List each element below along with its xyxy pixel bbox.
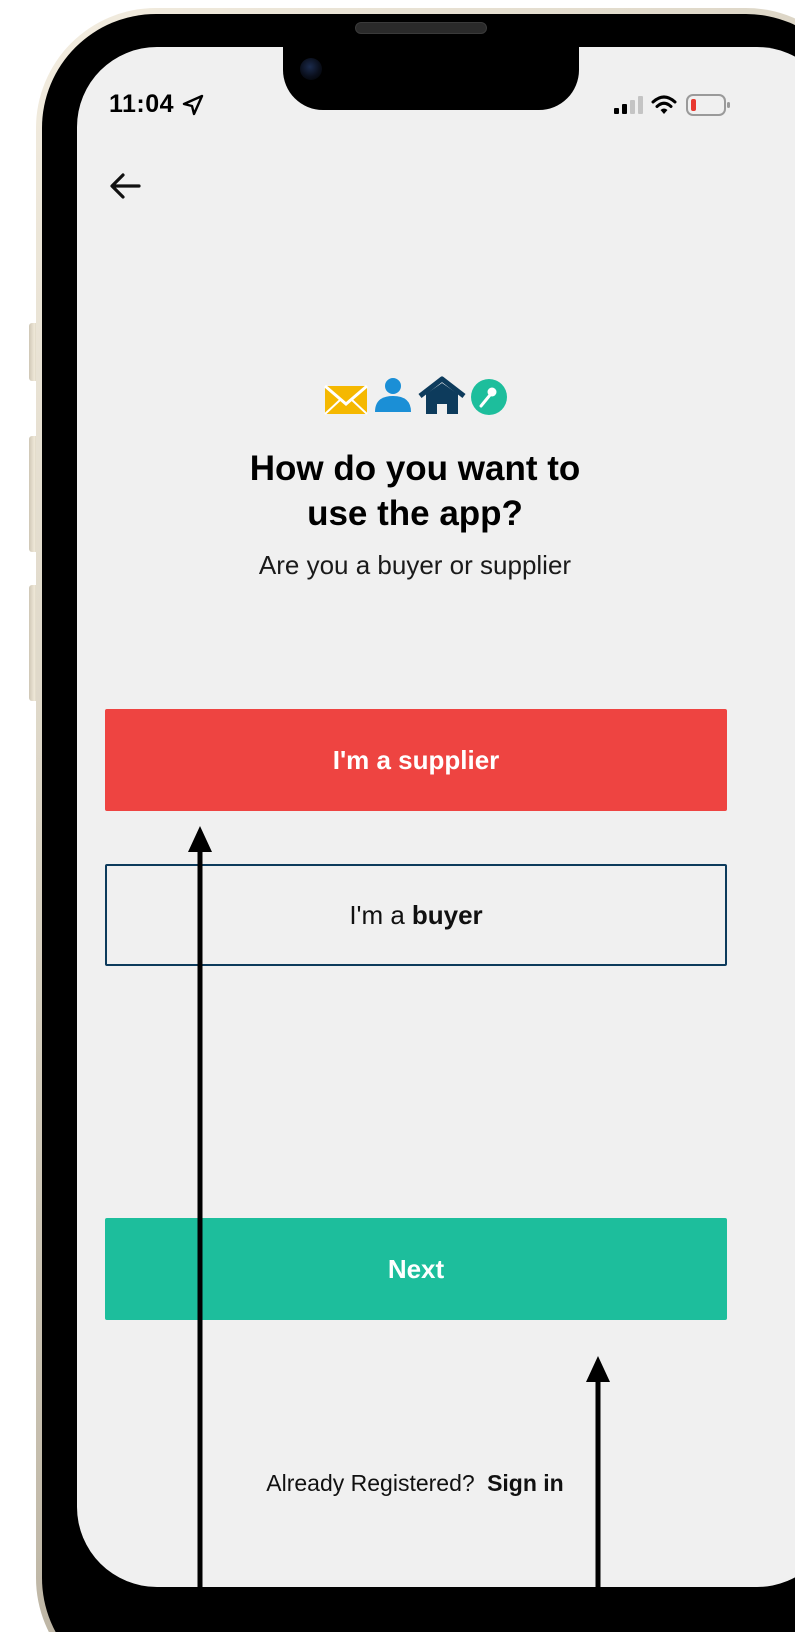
cellular-signal-icon: [614, 96, 643, 114]
front-camera: [300, 58, 322, 80]
buyer-button-prefix: I'm a: [349, 899, 405, 930]
already-registered-text: Already Registered?: [266, 1470, 475, 1496]
brand-icon-row: [324, 376, 507, 415]
location-arrow-icon: [182, 94, 204, 116]
screenshot-stage: 11:04 How do you want to use the app? Ar…: [0, 0, 795, 1632]
buyer-button-strong: buyer: [411, 899, 483, 930]
battery-low-icon: [686, 94, 730, 116]
page-title: How do you want to use the app?: [0, 446, 795, 536]
phone-screen: [77, 47, 795, 1587]
supplier-button-label: I'm a supplier: [332, 744, 500, 775]
envelope-icon: [324, 384, 368, 415]
supplier-button[interactable]: I'm a supplier: [105, 709, 727, 811]
buyer-button[interactable]: I'm a buyer: [105, 864, 727, 966]
house-icon: [418, 376, 466, 414]
next-button-label: Next: [387, 1253, 445, 1284]
signin-row: Already Registered? Sign in: [0, 1470, 795, 1497]
page-subtitle: Are you a buyer or supplier: [258, 550, 572, 580]
earpiece-speaker: [355, 22, 487, 34]
status-time: 11:04: [109, 90, 175, 118]
person-icon: [375, 378, 411, 412]
signin-link[interactable]: Sign in: [487, 1470, 564, 1496]
notch: [283, 47, 579, 110]
back-arrow-icon[interactable]: [107, 168, 147, 204]
next-button[interactable]: Next: [105, 1218, 727, 1320]
page-title-line-1: How do you want to: [249, 449, 581, 488]
pin-icon: [471, 379, 507, 415]
wifi-icon: [651, 95, 677, 114]
page-title-line-2: use the app?: [307, 494, 523, 533]
